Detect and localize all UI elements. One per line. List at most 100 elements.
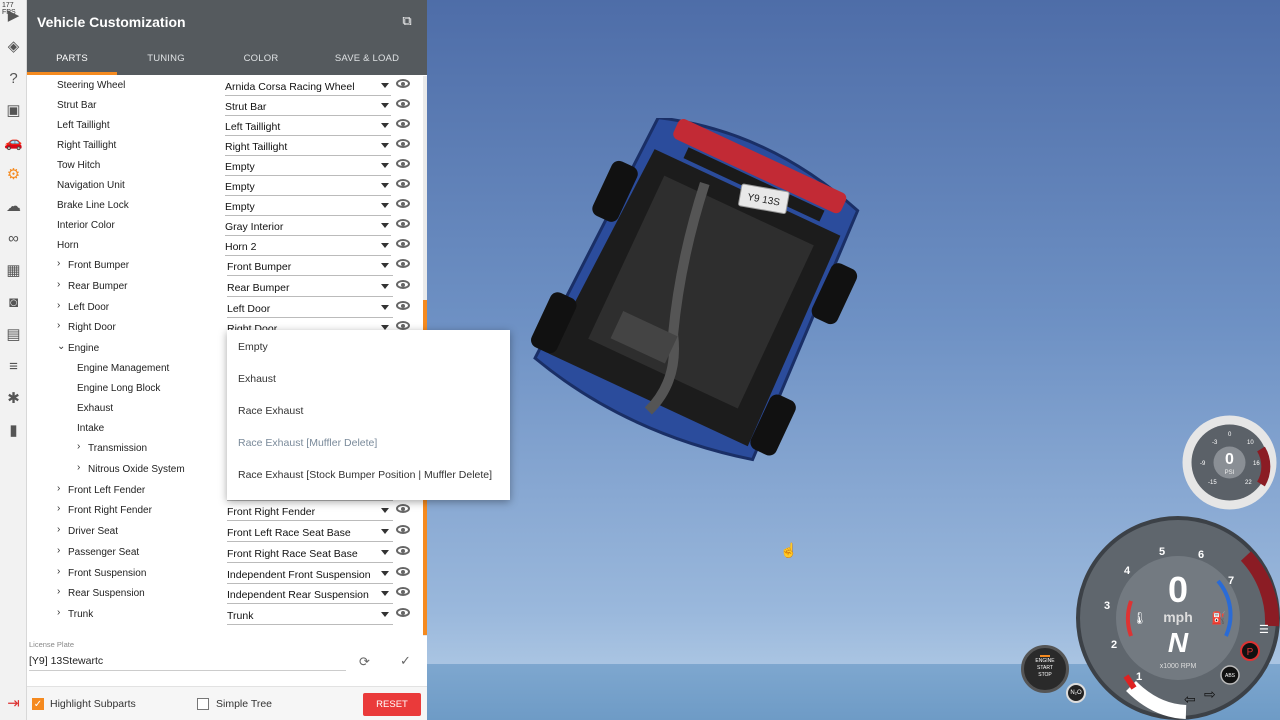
part-select[interactable]: Right Taillight bbox=[225, 138, 391, 156]
caret-down-icon[interactable] bbox=[381, 529, 389, 534]
environment-icon[interactable]: ☁ bbox=[4, 197, 23, 216]
part-select[interactable]: Front Right Race Seat Base bbox=[227, 545, 393, 563]
refresh-icon[interactable]: ⟳ bbox=[359, 654, 370, 670]
chevron-right-icon[interactable]: › bbox=[57, 258, 60, 269]
part-row[interactable]: › Front Right Fender Front Right Fender bbox=[27, 501, 427, 521]
eye-icon[interactable] bbox=[396, 608, 410, 617]
tab-tuning[interactable]: TUNING bbox=[121, 44, 211, 75]
part-row[interactable]: Horn Horn 2 bbox=[27, 236, 427, 256]
part-row[interactable]: › Front Suspension Independent Front Suspe… bbox=[27, 564, 427, 584]
caret-down-icon[interactable] bbox=[381, 203, 389, 208]
part-select[interactable]: Horn 2 bbox=[225, 238, 391, 256]
dropdown-option[interactable]: Exhaust bbox=[238, 373, 276, 385]
caret-down-icon[interactable] bbox=[381, 143, 389, 148]
eye-icon[interactable] bbox=[396, 219, 410, 228]
eye-icon[interactable] bbox=[396, 321, 410, 330]
part-row[interactable]: Right Taillight Right Taillight bbox=[27, 136, 427, 156]
caret-down-icon[interactable] bbox=[381, 305, 389, 310]
dropdown-option[interactable]: Race Exhaust bbox=[238, 405, 303, 417]
part-row[interactable]: Brake Line Lock Empty bbox=[27, 196, 427, 216]
eye-icon[interactable] bbox=[396, 525, 410, 534]
part-select[interactable]: Strut Bar bbox=[225, 98, 391, 116]
debug-icon[interactable]: ✱ bbox=[4, 389, 23, 408]
ui-apps-icon[interactable]: ▤ bbox=[4, 325, 23, 344]
chevron-right-icon[interactable]: › bbox=[57, 503, 60, 514]
simple-tree-checkbox[interactable] bbox=[197, 698, 209, 710]
part-row[interactable]: Left Taillight Left Taillight bbox=[27, 116, 427, 136]
dropdown-option[interactable]: Empty bbox=[238, 341, 268, 353]
caret-down-icon[interactable] bbox=[381, 163, 389, 168]
caret-down-icon[interactable] bbox=[381, 183, 389, 188]
eye-icon[interactable] bbox=[396, 139, 410, 148]
part-row[interactable]: Steering Wheel Arnida Corsa Racing Wheel bbox=[27, 76, 427, 96]
popout-icon[interactable]: ⧉ bbox=[399, 13, 415, 29]
vehicle-icon[interactable]: 🚗 bbox=[4, 133, 23, 152]
chevron-right-icon[interactable]: › bbox=[57, 320, 60, 331]
engine-start-stop-button[interactable]: ENGINE START STOP bbox=[1021, 645, 1069, 693]
exit-icon[interactable]: ⇥ bbox=[4, 694, 23, 713]
tab-color[interactable]: COLOR bbox=[216, 44, 306, 75]
caret-down-icon[interactable] bbox=[381, 103, 389, 108]
caret-down-icon[interactable] bbox=[381, 508, 389, 513]
part-select[interactable]: Front Right Fender bbox=[227, 503, 393, 521]
infinity-icon[interactable]: ∞ bbox=[4, 229, 23, 248]
part-select[interactable]: Empty bbox=[225, 198, 391, 216]
eye-icon[interactable] bbox=[396, 587, 410, 596]
part-select[interactable]: Front Left Race Seat Base bbox=[227, 524, 393, 542]
caret-down-icon[interactable] bbox=[381, 243, 389, 248]
chevron-right-icon[interactable]: › bbox=[57, 566, 60, 577]
part-select[interactable]: Independent Front Suspension bbox=[227, 566, 393, 584]
caret-down-icon[interactable] bbox=[381, 284, 389, 289]
eye-icon[interactable] bbox=[396, 301, 410, 310]
chevron-right-icon[interactable]: › bbox=[57, 279, 60, 290]
settings-sliders-icon[interactable]: ≡ bbox=[4, 357, 23, 376]
eye-icon[interactable] bbox=[396, 259, 410, 268]
part-select[interactable]: Trunk bbox=[227, 607, 393, 625]
part-row[interactable]: › Rear Bumper Rear Bumper bbox=[27, 277, 427, 297]
play-icon[interactable]: ▶ bbox=[4, 6, 23, 25]
part-row[interactable]: › Passenger Seat Front Right Race Seat Bas… bbox=[27, 543, 427, 563]
reset-button[interactable]: RESET bbox=[363, 693, 421, 716]
part-select[interactable]: Front Bumper bbox=[227, 258, 393, 276]
dropdown-option-selected[interactable]: Race Exhaust [Muffler Delete] bbox=[238, 437, 377, 449]
dropdown-option[interactable]: Race Exhaust [Stock Bumper Position | Mu… bbox=[238, 469, 492, 481]
eye-icon[interactable] bbox=[396, 546, 410, 555]
part-select[interactable]: Empty bbox=[225, 158, 391, 176]
eye-icon[interactable] bbox=[396, 119, 410, 128]
part-row[interactable]: Strut Bar Strut Bar bbox=[27, 96, 427, 116]
tab-parts[interactable]: PARTS bbox=[27, 44, 117, 75]
caret-down-icon[interactable] bbox=[381, 591, 389, 596]
replay-icon[interactable]: ▦ bbox=[4, 261, 23, 280]
part-row[interactable]: Tow Hitch Empty bbox=[27, 156, 427, 176]
layers-icon[interactable]: ◈ bbox=[4, 37, 23, 56]
chevron-right-icon[interactable]: › bbox=[57, 300, 60, 311]
performance-icon[interactable]: ▮ bbox=[4, 421, 23, 440]
part-select[interactable]: Left Taillight bbox=[225, 118, 391, 136]
chevron-right-icon[interactable]: › bbox=[77, 462, 80, 473]
caret-down-icon[interactable] bbox=[381, 263, 389, 268]
eye-icon[interactable] bbox=[396, 239, 410, 248]
caret-down-icon[interactable] bbox=[381, 550, 389, 555]
part-row[interactable]: › Left Door Left Door bbox=[27, 298, 427, 318]
chevron-right-icon[interactable]: › bbox=[77, 441, 80, 452]
caret-down-icon[interactable] bbox=[381, 571, 389, 576]
license-plate-input[interactable]: [Y9] 13Stewartc bbox=[29, 653, 346, 671]
checkmark-icon[interactable]: ✓ bbox=[400, 653, 411, 669]
part-select[interactable]: Empty bbox=[225, 178, 391, 196]
eye-icon[interactable] bbox=[396, 199, 410, 208]
nitrous-button[interactable]: N₂O bbox=[1066, 683, 1086, 703]
caret-down-icon[interactable] bbox=[381, 223, 389, 228]
eye-icon[interactable] bbox=[396, 159, 410, 168]
camera-icon[interactable]: ◙ bbox=[4, 293, 23, 312]
caret-down-icon[interactable] bbox=[381, 612, 389, 617]
vehicle-config-icon[interactable]: ⚙ bbox=[4, 165, 23, 184]
part-row[interactable]: › Driver Seat Front Left Race Seat Base bbox=[27, 522, 427, 542]
part-select[interactable]: Gray Interior bbox=[225, 218, 391, 236]
chevron-right-icon[interactable]: › bbox=[57, 524, 60, 535]
highlight-subparts-checkbox[interactable]: ✓ bbox=[32, 698, 44, 710]
eye-icon[interactable] bbox=[396, 179, 410, 188]
part-row[interactable]: › Front Bumper Front Bumper bbox=[27, 256, 427, 276]
part-select[interactable]: Independent Rear Suspension bbox=[227, 586, 393, 604]
tab-save-load[interactable]: SAVE & LOAD bbox=[321, 44, 413, 75]
chevron-down-icon[interactable]: ⌄ bbox=[57, 341, 65, 352]
